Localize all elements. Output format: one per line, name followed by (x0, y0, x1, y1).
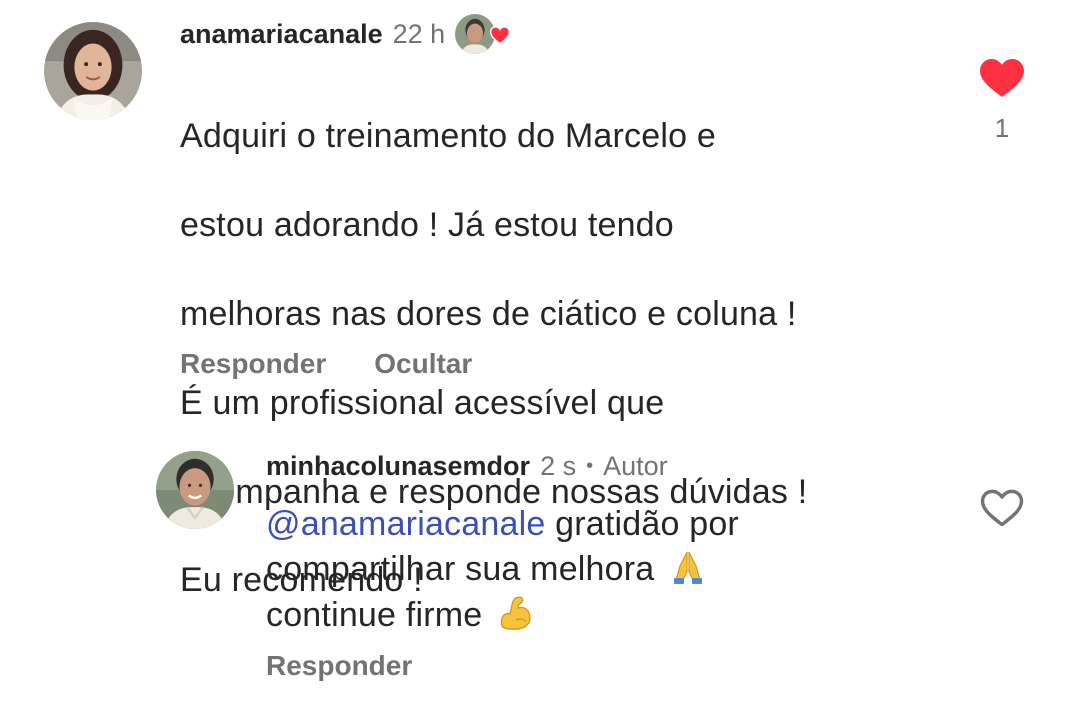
reply-username[interactable]: minhacolunasemdor (266, 451, 530, 482)
author-badge: Autor (603, 450, 668, 481)
reply-text-line: compartilhar sua melhora (266, 546, 946, 591)
reply-actions: Responder (266, 650, 412, 682)
folded-hands-emoji (674, 552, 703, 585)
reply-text-segment: continue firme (266, 595, 483, 634)
reply-header: minhacolunasemdor 2 s • Autor (266, 446, 668, 486)
comment-header: anamariacanale 22 h (180, 14, 513, 54)
comment-like-area: 1 (972, 55, 1032, 144)
reply-button[interactable]: Responder (266, 650, 412, 682)
avatar[interactable] (44, 22, 142, 120)
comment-actions: Responder Ocultar (180, 348, 472, 380)
comment-text-line: estou adorando ! Já estou tendo (180, 206, 674, 245)
avatar[interactable] (156, 451, 234, 529)
heart-outline-icon[interactable] (979, 486, 1025, 528)
comment-text-line: É um profissional acessível que (180, 383, 665, 422)
reply-button[interactable]: Responder (180, 348, 326, 380)
reply-text-line: continue firme (266, 592, 946, 637)
comment-username[interactable]: anamariacanale (180, 19, 383, 50)
comment-timestamp: 22 h (392, 18, 446, 49)
comment-text-line: melhoras nas dores de ciático e coluna ! (180, 295, 797, 334)
mention-link[interactable]: @anamariacanale (266, 505, 545, 543)
heart-filled-icon (490, 26, 511, 45)
reply-text-line: @anamariacanale gratidão por (266, 502, 946, 546)
heart-filled-icon[interactable] (978, 55, 1026, 99)
hide-button[interactable]: Ocultar (374, 348, 472, 380)
reply-like-area (972, 486, 1032, 528)
meta-separator: • (586, 454, 594, 477)
reply-timestamp: 2 s (540, 450, 577, 481)
comment-text-line: Adquiri o treinamento do Marcelo e (180, 117, 716, 156)
flexed-biceps-emoji (500, 596, 531, 630)
creator-liked-badge-icon (455, 14, 513, 54)
reply-text: @anamariacanale gratidão por compartilha… (266, 502, 946, 637)
like-count[interactable]: 1 (995, 113, 1009, 144)
reply-text-segment: gratidão por (545, 505, 739, 543)
reply-text-segment: compartilhar sua melhora (266, 550, 655, 589)
